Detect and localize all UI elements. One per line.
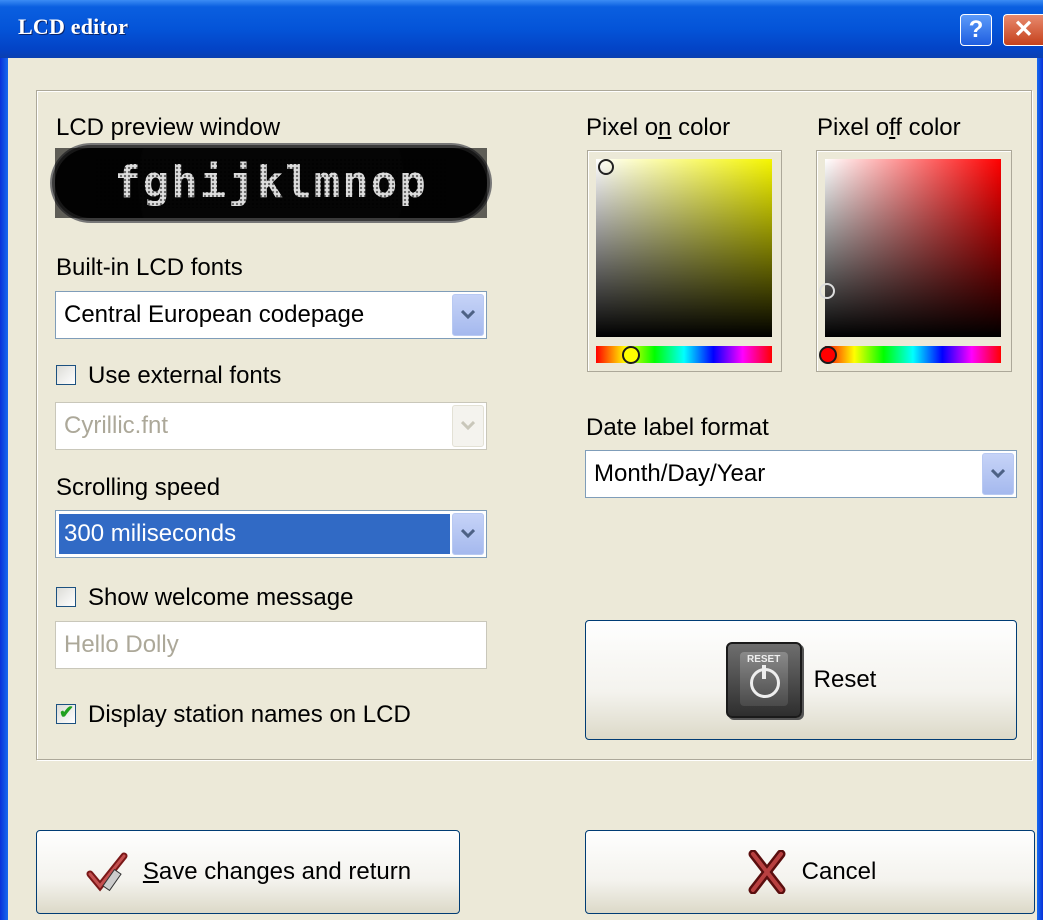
pixel-off-label-part: Pixel o bbox=[817, 114, 890, 141]
pixel-off-hue-slider[interactable] bbox=[819, 346, 1001, 364]
checkmark-icon: ✔ bbox=[59, 702, 75, 722]
scrolling-speed-select[interactable]: 300 miliseconds bbox=[55, 510, 487, 558]
help-button[interactable]: ? bbox=[960, 14, 992, 46]
pixel-off-hue-handle[interactable] bbox=[819, 346, 837, 364]
power-symbol-icon bbox=[749, 665, 780, 698]
cancel-button[interactable]: Cancel bbox=[585, 830, 1035, 914]
scrolling-speed-value: 300 miliseconds bbox=[59, 514, 450, 554]
pixel-off-label-rest: f color bbox=[895, 114, 961, 141]
reset-button-label: Reset bbox=[813, 666, 877, 693]
external-font-select: Cyrillic.fnt bbox=[55, 402, 487, 450]
chevron-down-icon bbox=[452, 405, 484, 447]
pixel-on-label-part: Pixel o bbox=[586, 114, 659, 141]
chevron-down-icon[interactable] bbox=[452, 513, 484, 555]
builtin-fonts-select[interactable]: Central European codepage bbox=[55, 291, 487, 339]
pixel-on-color-picker[interactable] bbox=[587, 150, 782, 372]
show-welcome-message-checkbox[interactable] bbox=[56, 587, 76, 607]
chevron-down-icon[interactable] bbox=[452, 294, 484, 336]
display-station-names-label[interactable]: Display station names on LCD bbox=[88, 701, 411, 729]
lcd-preview: fghijklmnop bbox=[55, 148, 487, 218]
pixel-off-color-label: Pixel off color bbox=[817, 114, 961, 142]
save-label-rest: ave changes and return bbox=[158, 858, 412, 885]
pixel-off-color-picker[interactable] bbox=[816, 150, 1012, 372]
window-border-right bbox=[1037, 58, 1043, 920]
scrolling-speed-label: Scrolling speed bbox=[56, 474, 221, 501]
pixel-on-hue-handle[interactable] bbox=[622, 346, 640, 364]
reset-button[interactable]: RESET Reset bbox=[585, 620, 1017, 740]
lcd-dot-matrix bbox=[95, 158, 447, 208]
lcd-preview-label: LCD preview window bbox=[56, 114, 281, 141]
window-title: LCD editor bbox=[18, 14, 129, 39]
pixel-off-sv-handle[interactable] bbox=[819, 283, 835, 299]
save-mnemonic: S bbox=[142, 858, 159, 885]
window-border-left bbox=[0, 58, 8, 920]
pixel-on-label-rest: color bbox=[671, 114, 731, 141]
cancel-x-icon bbox=[744, 849, 790, 895]
date-label-format-value: Month/Day/Year bbox=[594, 460, 766, 487]
use-external-fonts-label[interactable]: Use external fonts bbox=[88, 362, 281, 390]
display-station-names-checkbox[interactable]: ✔ bbox=[56, 702, 76, 724]
show-welcome-message-label[interactable]: Show welcome message bbox=[88, 584, 353, 612]
checkmark-pencil-icon bbox=[85, 849, 131, 895]
save-changes-button[interactable]: Save changes and return bbox=[36, 830, 460, 914]
reset-power-icon: RESET bbox=[725, 642, 802, 718]
builtin-fonts-label: Built-in LCD fonts bbox=[56, 254, 243, 281]
pixel-on-label-mnemonic: n bbox=[658, 114, 672, 141]
cancel-label: Cancel bbox=[801, 858, 877, 885]
use-external-fonts-checkbox[interactable] bbox=[56, 365, 76, 385]
welcome-message-value: Hello Dolly bbox=[64, 631, 179, 658]
date-label-format-select[interactable]: Month/Day/Year bbox=[585, 450, 1017, 498]
pixel-on-color-label: Pixel on color bbox=[586, 114, 730, 142]
external-font-value: Cyrillic.fnt bbox=[64, 412, 169, 439]
pixel-on-saturation-field[interactable] bbox=[596, 159, 772, 337]
close-button[interactable]: ✕ bbox=[1003, 14, 1043, 46]
builtin-fonts-value: Central European codepage bbox=[64, 301, 365, 328]
pixel-off-saturation-field[interactable] bbox=[819, 159, 1001, 337]
chevron-down-icon[interactable] bbox=[982, 453, 1014, 495]
pixel-on-sv-handle[interactable] bbox=[598, 159, 614, 175]
title-bar[interactable]: LCD editor ? ✕ bbox=[0, 0, 1043, 58]
reset-icon-text: RESET bbox=[746, 654, 781, 665]
save-changes-label: Save changes and return bbox=[143, 858, 411, 886]
date-label-format-label: Date label format bbox=[586, 414, 769, 441]
welcome-message-input: Hello Dolly bbox=[55, 621, 487, 669]
pixel-on-hue-slider[interactable] bbox=[596, 346, 772, 364]
